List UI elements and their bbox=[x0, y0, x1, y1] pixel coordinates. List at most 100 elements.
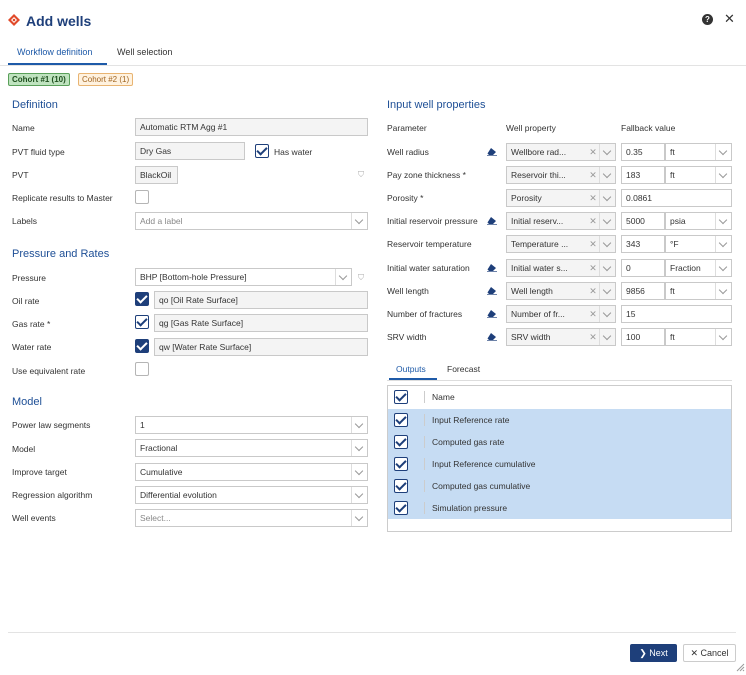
eraser-icon[interactable] bbox=[487, 332, 497, 341]
has-water-checkbox[interactable] bbox=[255, 144, 269, 158]
fallback-value-input[interactable]: 100 bbox=[621, 328, 665, 346]
tab-outputs[interactable]: Outputs bbox=[396, 364, 426, 374]
tag-icon[interactable]: ⛉ bbox=[358, 273, 368, 282]
gas-rate-field[interactable]: qg [Gas Rate Surface] bbox=[154, 314, 368, 332]
next-button[interactable]: ❯ Next bbox=[630, 644, 677, 662]
chevron-down-icon bbox=[715, 236, 731, 252]
table-row[interactable]: Input Reference rate bbox=[388, 409, 731, 431]
question-circle-icon[interactable]: ? bbox=[702, 14, 713, 25]
well-property-select[interactable]: Well length ✕ bbox=[506, 282, 616, 300]
table-row[interactable]: Computed gas rate bbox=[388, 431, 731, 453]
gas-rate-checkbox[interactable] bbox=[135, 315, 149, 329]
water-rate-checkbox[interactable] bbox=[135, 339, 149, 353]
outputs-active-indicator bbox=[389, 378, 437, 380]
eraser-icon[interactable] bbox=[487, 147, 497, 156]
unit-select[interactable]: ft bbox=[665, 328, 732, 346]
col-name: Name bbox=[432, 392, 455, 402]
improve-select[interactable]: Cumulative bbox=[135, 463, 368, 481]
pvt-fluid-field[interactable]: Dry Gas bbox=[135, 142, 245, 160]
well-property-select[interactable]: Reservoir thi... ✕ bbox=[506, 166, 616, 184]
regression-select[interactable]: Differential evolution bbox=[135, 486, 368, 504]
equiv-rate-checkbox[interactable] bbox=[135, 362, 149, 376]
clear-icon[interactable]: ✕ bbox=[587, 283, 599, 299]
fallback-value-input[interactable]: 0.0861 bbox=[621, 189, 732, 207]
unit-select[interactable]: Fraction bbox=[665, 259, 732, 277]
well-property-select[interactable]: Wellbore rad... ✕ bbox=[506, 143, 616, 161]
labels-dropdown-chevron-icon[interactable] bbox=[351, 213, 367, 229]
outputs-tab-divider bbox=[387, 380, 732, 381]
row-checkbox[interactable] bbox=[394, 457, 408, 471]
events-select[interactable]: Select... bbox=[135, 509, 368, 527]
tag-icon[interactable]: ⛉ bbox=[358, 170, 368, 179]
pressure-chevron-icon[interactable] bbox=[335, 269, 351, 285]
chevron-down-icon bbox=[715, 329, 731, 345]
water-rate-field[interactable]: qw [Water Rate Surface] bbox=[154, 338, 368, 356]
fallback-value-input[interactable]: 0.35 bbox=[621, 143, 665, 161]
resize-handle-icon[interactable] bbox=[735, 662, 745, 672]
well-property-select[interactable]: SRV width ✕ bbox=[506, 328, 616, 346]
clear-icon[interactable]: ✕ bbox=[587, 260, 599, 276]
unit-select[interactable]: psia bbox=[665, 212, 732, 230]
cancel-button[interactable]: ✕ Cancel bbox=[683, 644, 736, 662]
param-label: Pay zone thickness * bbox=[387, 170, 466, 180]
tab-forecast[interactable]: Forecast bbox=[447, 364, 480, 374]
clear-icon[interactable]: ✕ bbox=[587, 190, 599, 206]
clear-icon[interactable]: ✕ bbox=[587, 167, 599, 183]
clear-icon[interactable]: ✕ bbox=[587, 329, 599, 345]
fallback-value-input[interactable]: 5000 bbox=[621, 212, 665, 230]
model-select[interactable]: Fractional bbox=[135, 439, 368, 457]
eraser-icon[interactable] bbox=[487, 263, 497, 272]
cohort-badge-1[interactable]: Cohort #1 (10) bbox=[8, 73, 70, 86]
table-row[interactable]: Input Reference cumulative bbox=[388, 453, 731, 475]
chevron-down-icon bbox=[599, 190, 615, 206]
row-checkbox[interactable] bbox=[394, 479, 408, 493]
well-property-select[interactable]: Number of fr... ✕ bbox=[506, 305, 616, 323]
oil-rate-checkbox[interactable] bbox=[135, 292, 149, 306]
eraser-icon[interactable] bbox=[487, 216, 497, 225]
labels-input[interactable]: Add a label bbox=[135, 212, 368, 230]
fallback-value-input[interactable]: 0 bbox=[621, 259, 665, 277]
oil-rate-field[interactable]: qo [Oil Rate Surface] bbox=[154, 291, 368, 309]
unit-select[interactable]: ft bbox=[665, 282, 732, 300]
next-button-label: Next bbox=[649, 648, 668, 658]
cohort-badge-2[interactable]: Cohort #2 (1) bbox=[78, 73, 134, 86]
clear-icon[interactable]: ✕ bbox=[587, 144, 599, 160]
close-icon[interactable]: ✕ bbox=[724, 11, 735, 27]
tab-bar-divider bbox=[0, 65, 746, 66]
fallback-value-input[interactable]: 343 bbox=[621, 235, 665, 253]
fallback-value-input[interactable]: 183 bbox=[621, 166, 665, 184]
row-checkbox[interactable] bbox=[394, 413, 408, 427]
segments-select[interactable]: 1 bbox=[135, 416, 368, 434]
cancel-button-label: Cancel bbox=[700, 648, 729, 658]
table-row[interactable]: Computed gas cumulative bbox=[388, 475, 731, 497]
tab-well-selection[interactable]: Well selection bbox=[117, 47, 172, 57]
select-all-checkbox[interactable] bbox=[394, 390, 408, 404]
well-property-select[interactable]: Initial water s... ✕ bbox=[506, 259, 616, 277]
unit-select[interactable]: ft bbox=[665, 143, 732, 161]
pvt-field[interactable]: BlackOil bbox=[135, 166, 178, 184]
table-row[interactable]: Simulation pressure bbox=[388, 497, 731, 519]
row-checkbox[interactable] bbox=[394, 501, 408, 515]
param-label: Well radius bbox=[387, 147, 429, 157]
well-property-select[interactable]: Porosity ✕ bbox=[506, 189, 616, 207]
well-property-select[interactable]: Initial reserv... ✕ bbox=[506, 212, 616, 230]
well-property-select[interactable]: Temperature ... ✕ bbox=[506, 235, 616, 253]
row-checkbox[interactable] bbox=[394, 435, 408, 449]
fallback-value-input[interactable]: 9856 bbox=[621, 282, 665, 300]
pressure-select[interactable]: BHP [Bottom-hole Pressure] bbox=[135, 268, 352, 286]
unit-select[interactable]: ft bbox=[665, 166, 732, 184]
well-property-value: Number of fr... bbox=[511, 309, 565, 319]
clear-icon[interactable]: ✕ bbox=[587, 213, 599, 229]
well-property-value: Porosity bbox=[511, 193, 542, 203]
replicate-checkbox[interactable] bbox=[135, 190, 149, 204]
eraser-icon[interactable] bbox=[487, 286, 497, 295]
clear-icon[interactable]: ✕ bbox=[587, 306, 599, 322]
name-field[interactable]: Automatic RTM Agg #1 bbox=[135, 118, 368, 136]
chevron-down-icon bbox=[599, 329, 615, 345]
clear-icon[interactable]: ✕ bbox=[587, 236, 599, 252]
unit-select[interactable]: °F bbox=[665, 235, 732, 253]
eraser-icon[interactable] bbox=[487, 309, 497, 318]
improve-label: Improve target bbox=[12, 467, 67, 477]
tab-workflow-definition[interactable]: Workflow definition bbox=[17, 47, 92, 57]
fallback-value-input[interactable]: 15 bbox=[621, 305, 732, 323]
